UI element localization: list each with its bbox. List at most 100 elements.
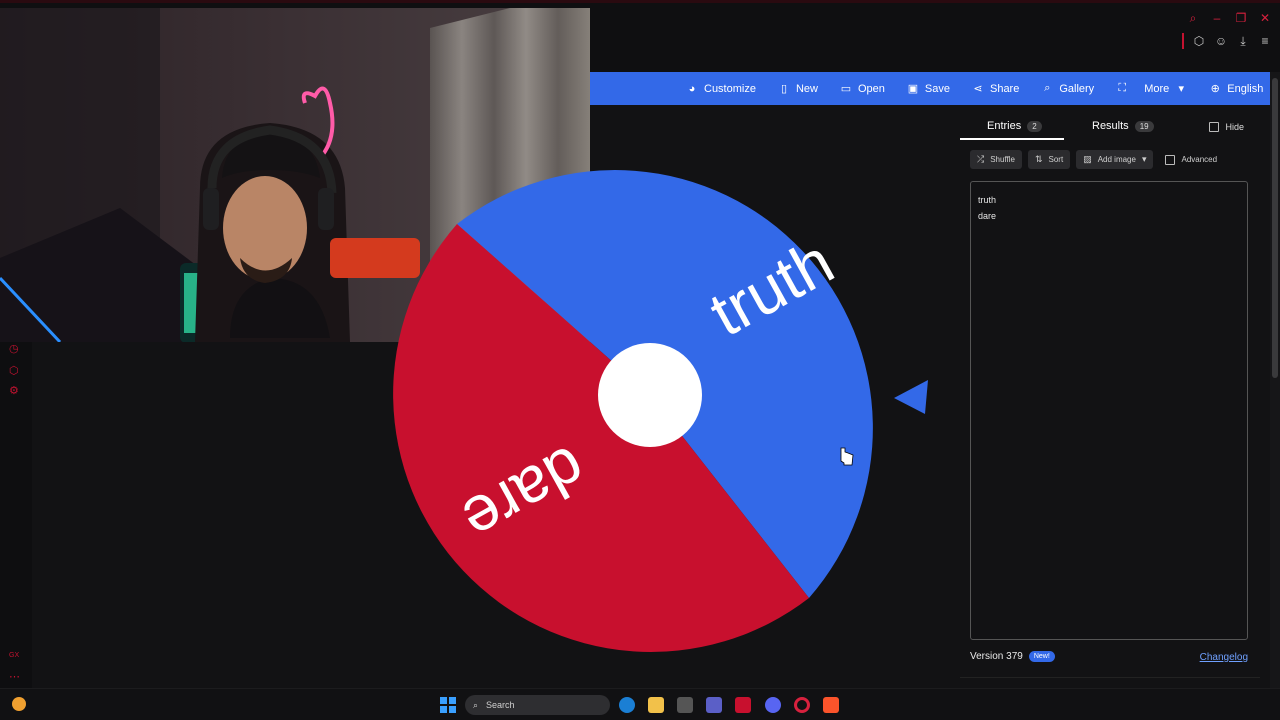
advanced-label: Advanced (1181, 155, 1218, 164)
browser-extension-row: ⬡ ☺ ⤓ ≡ (1182, 33, 1272, 49)
chevron-down-icon: ▾ (1178, 83, 1185, 95)
start-tile (449, 697, 456, 704)
hide-checkbox[interactable]: Hide (1209, 122, 1244, 132)
tab-entries[interactable]: Entries 2 (987, 120, 1042, 132)
sort-icon: ⇅ (1034, 154, 1043, 164)
open-button[interactable]: ▭ Open (840, 82, 885, 96)
hide-checkbox-box[interactable] (1209, 122, 1220, 132)
save-icon: ▣ (907, 83, 919, 95)
shuffle-icon: ⤮ (977, 154, 985, 164)
language-button[interactable]: ⊕ English (1209, 82, 1264, 96)
brave-icon[interactable] (823, 697, 839, 713)
start-button[interactable] (440, 697, 456, 713)
entries-panel: Entries 2 Results 19 Hide ⤮ Shuffle ⇅ So… (960, 112, 1260, 678)
shuffle-label: Shuffle (990, 155, 1015, 164)
entry-line[interactable]: dare (978, 208, 1240, 224)
weather-icon[interactable] (12, 697, 26, 711)
start-tile (449, 706, 456, 713)
chevron-down-icon: ▾ (1141, 154, 1147, 164)
history-icon[interactable]: ◷ (9, 342, 19, 355)
search-icon[interactable]: ⌕ (1186, 11, 1200, 25)
hide-label: Hide (1225, 122, 1244, 132)
entries-textarea[interactable]: truth dare (970, 181, 1248, 640)
tab-results[interactable]: Results 19 (1092, 120, 1154, 132)
discord-icon[interactable] (765, 697, 781, 713)
advanced-checkbox-box[interactable] (1165, 154, 1176, 165)
search-icon: ⌕ (473, 699, 479, 710)
start-tile (440, 697, 447, 704)
share-icon: ⋖ (973, 83, 983, 95)
gallery-button[interactable]: ⌕ Gallery (1041, 82, 1094, 95)
fullscreen-button[interactable]: ⛶ (1116, 82, 1128, 95)
active-tab-indicator (960, 138, 1064, 140)
extensions-icon[interactable]: ⬡ (9, 364, 19, 377)
version-info: Version 379 New! (970, 651, 1055, 662)
customize-button[interactable]: ◕ Customize (686, 83, 756, 95)
wheel-app-navbar: ◕ Customize ▯ New ▭ Open ▣ Save ⋖ Share … (590, 72, 1270, 105)
page-scrollbar-thumb[interactable] (1272, 78, 1278, 378)
panel-tabs: Entries 2 Results 19 Hide (960, 112, 1260, 140)
changelog-link[interactable]: Changelog (1200, 652, 1248, 663)
fullscreen-icon: ⛶ (1118, 82, 1127, 94)
results-count-badge: 19 (1134, 120, 1154, 132)
folder-open-icon: ▭ (840, 83, 852, 95)
profile-icon[interactable]: ☺ (1214, 34, 1228, 48)
gallery-label: Gallery (1059, 82, 1095, 95)
menu-icon[interactable]: ≡ (1258, 34, 1272, 48)
new-label: New (795, 82, 818, 95)
save-label: Save (924, 82, 950, 95)
taskbar-search[interactable]: ⌕ Search (465, 695, 610, 715)
palette-icon: ◕ (688, 82, 696, 95)
version-label: Version 379 (970, 651, 1023, 662)
voicemeeter-icon[interactable] (735, 697, 751, 713)
advanced-checkbox[interactable]: Advanced (1165, 154, 1218, 165)
screen: ⌕ – ❐ ✕ ⬡ ☺ ⤓ ≡ ◷ ⬡ ⚙ GX ⋯ ◕ Customize ▯… (0, 0, 1280, 720)
maximize-icon[interactable]: ❐ (1234, 11, 1248, 25)
gx-label: GX (9, 652, 20, 659)
tab-entries-label: Entries (987, 120, 1022, 132)
tab-results-label: Results (1092, 120, 1129, 132)
wheel-hub[interactable] (598, 343, 702, 447)
window-controls: ⌕ – ❐ ✕ (1186, 11, 1272, 25)
save-button[interactable]: ▣ Save (907, 82, 950, 96)
wheel-area[interactable]: truth dare (32, 105, 958, 690)
more-icon[interactable]: ⋯ (9, 670, 20, 683)
open-label: Open (857, 82, 885, 95)
settings-icon[interactable]: ⚙ (9, 384, 19, 397)
opera-gx-icon[interactable] (794, 697, 810, 713)
os-taskbar: ⌕ Search (0, 688, 1280, 720)
spin-wheel[interactable]: truth dare (32, 105, 958, 690)
shuffle-button[interactable]: ⤮ Shuffle (970, 150, 1022, 169)
extensions-icon[interactable]: ⬡ (1192, 34, 1206, 48)
share-label: Share (989, 82, 1020, 95)
edge-icon[interactable] (619, 697, 635, 713)
wheel-pointer (894, 380, 928, 414)
entry-line[interactable]: truth (978, 192, 1240, 208)
divider (1182, 33, 1184, 49)
search-icon: ⌕ (1044, 82, 1051, 94)
more-button[interactable]: More ▾ (1144, 82, 1187, 96)
entries-toolbar: ⤮ Shuffle ⇅ Sort ▨ Add image ▾ Advanced (970, 150, 1217, 169)
globe-icon: ⊕ (1210, 83, 1220, 95)
add-image-button[interactable]: ▨ Add image ▾ (1076, 150, 1154, 169)
taskbar-search-label: Search (486, 700, 515, 710)
app-icon[interactable] (677, 697, 693, 713)
image-icon: ▨ (1083, 154, 1092, 164)
file-explorer-icon[interactable] (648, 697, 664, 713)
sort-label: Sort (1048, 155, 1064, 164)
teams-icon[interactable] (706, 697, 722, 713)
language-label: English (1227, 82, 1264, 95)
share-button[interactable]: ⋖ Share (972, 82, 1020, 96)
download-icon[interactable]: ⤓ (1236, 34, 1250, 48)
close-icon[interactable]: ✕ (1258, 11, 1272, 25)
browser-sidebar: ◷ ⬡ ⚙ GX ⋯ (0, 340, 32, 690)
minimize-icon[interactable]: – (1210, 11, 1224, 25)
more-label: More (1144, 82, 1170, 95)
entries-count-badge: 2 (1027, 120, 1042, 132)
customize-label: Customize (704, 82, 756, 95)
new-badge: New! (1028, 651, 1055, 662)
sort-button[interactable]: ⇅ Sort (1027, 150, 1071, 169)
add-image-label: Add image (1097, 155, 1136, 164)
file-icon: ▯ (780, 83, 787, 95)
new-button[interactable]: ▯ New (778, 82, 818, 96)
